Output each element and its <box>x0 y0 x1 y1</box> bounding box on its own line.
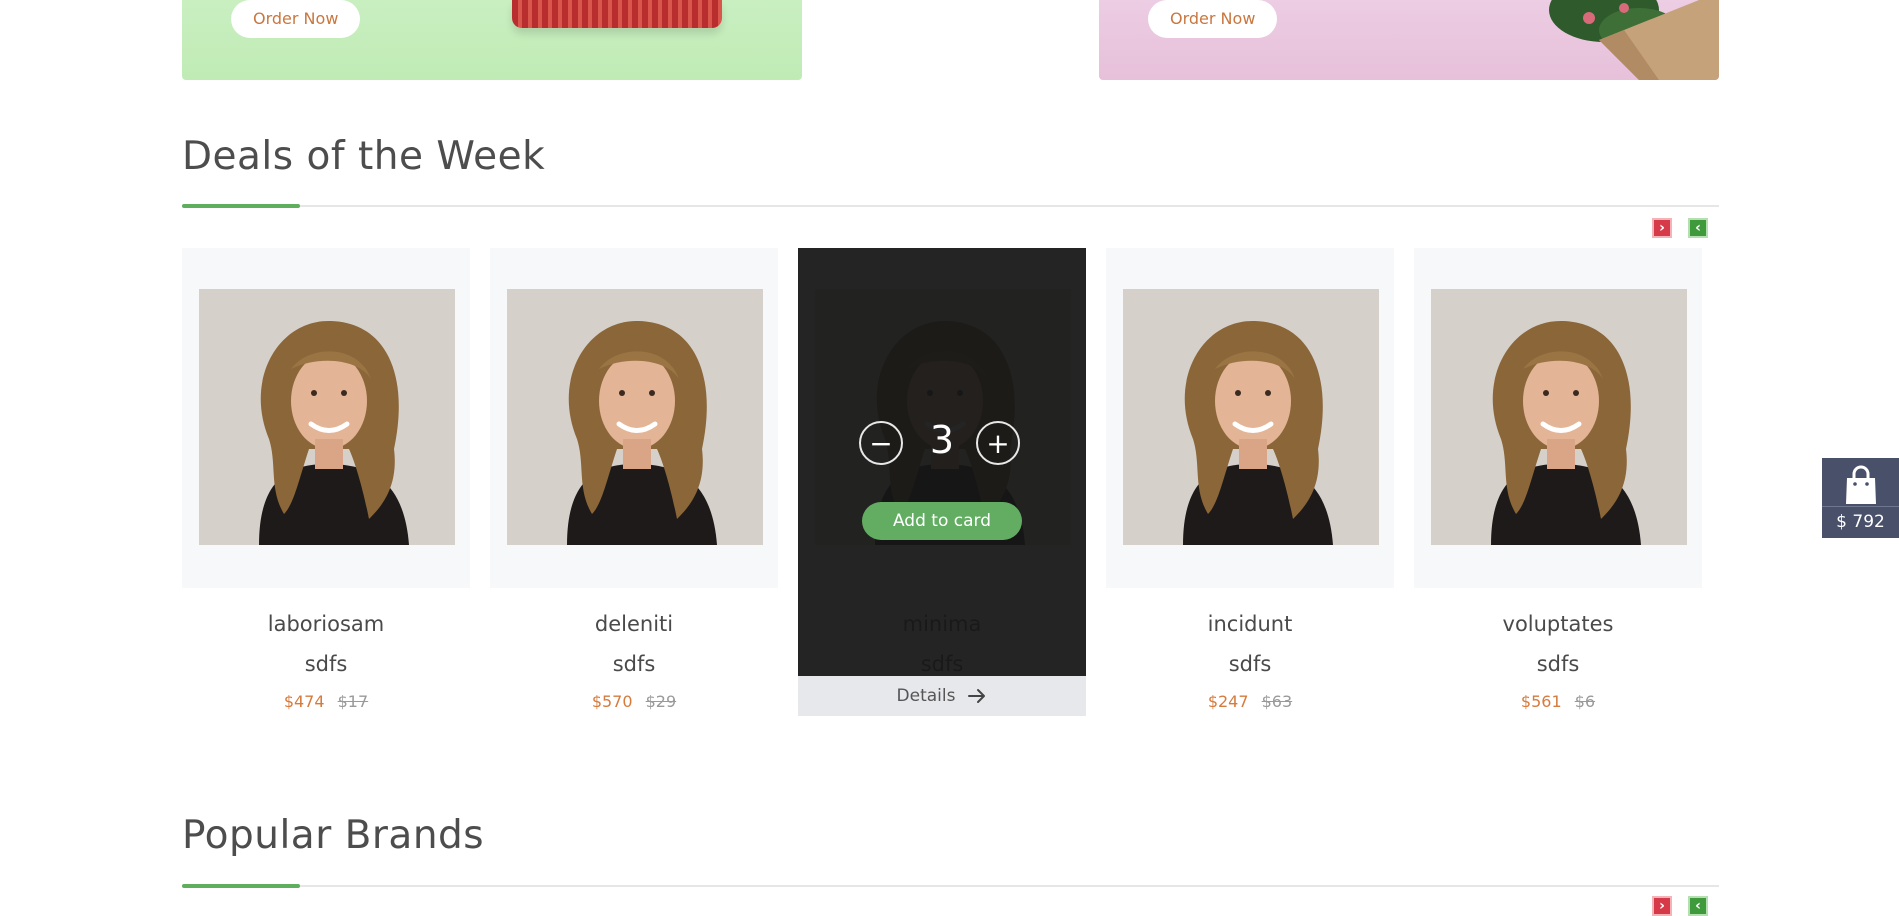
minus-icon: − <box>869 426 893 460</box>
product-price: $247 <box>1207 692 1249 711</box>
product-photo <box>1123 289 1379 545</box>
carousel-next-button[interactable]: › <box>1652 218 1672 238</box>
product-card[interactable]: laboriosam sdfs $474 $17 <box>182 248 470 716</box>
product-prices: $247 $63 <box>1106 692 1394 711</box>
product-card-hovered[interactable]: minima sdfs − 3 + Add to card Details <box>798 248 1086 716</box>
promo-banner-flowers: Order Now <box>1099 0 1719 80</box>
product-image-frame <box>182 248 470 588</box>
product-image-frame <box>1414 248 1702 588</box>
section-accent-bar <box>182 204 300 208</box>
product-subtitle: sdfs <box>1228 652 1272 676</box>
section-divider <box>182 205 1719 207</box>
cart-divider <box>1822 506 1899 507</box>
basket-image <box>512 0 722 28</box>
product-subtitle: sdfs <box>304 652 348 676</box>
arrow-right-icon <box>968 689 986 703</box>
section-accent-bar <box>182 884 300 888</box>
product-old-price: $17 <box>337 692 369 711</box>
carousel-prev-button[interactable]: ‹ <box>1688 218 1708 238</box>
arrow-left-icon: ‹ <box>1695 898 1701 914</box>
details-label: Details <box>896 686 956 706</box>
product-name: incidunt <box>1207 612 1293 636</box>
quantity-value: 3 <box>929 418 955 462</box>
product-photo <box>199 289 455 545</box>
product-image-frame <box>1106 248 1394 588</box>
product-photo <box>1431 289 1687 545</box>
section-divider <box>182 885 1719 887</box>
product-price: $570 <box>591 692 633 711</box>
product-card[interactable]: deleniti sdfs $570 $29 <box>490 248 778 716</box>
product-prices: $570 $29 <box>490 692 778 711</box>
product-hover-overlay: − 3 + Add to card <box>798 248 1086 676</box>
product-photo <box>507 289 763 545</box>
carousel-prev-button[interactable]: ‹ <box>1688 896 1708 916</box>
product-card[interactable]: incidunt sdfs $247 $63 <box>1106 248 1394 716</box>
section-title-deals: Deals of the Week <box>182 134 546 179</box>
promo-banner-grocery: Order Now <box>182 0 802 80</box>
product-price: $474 <box>283 692 325 711</box>
arrow-right-icon: › <box>1659 220 1665 236</box>
product-name: voluptates <box>1502 612 1614 636</box>
floating-cart[interactable]: $ 792 <box>1822 458 1899 538</box>
product-old-price: $29 <box>645 692 677 711</box>
product-old-price: $6 <box>1574 692 1596 711</box>
plus-icon: + <box>986 426 1010 460</box>
product-subtitle: sdfs <box>1536 652 1580 676</box>
quantity-decrease-button[interactable]: − <box>859 421 903 465</box>
product-prices: $474 $17 <box>182 692 470 711</box>
add-to-cart-button[interactable]: Add to card <box>862 502 1022 540</box>
product-prices: $561 $6 <box>1414 692 1702 711</box>
product-card[interactable]: voluptates sdfs $561 $6 <box>1414 248 1702 716</box>
details-button[interactable]: Details <box>798 676 1086 716</box>
order-now-button[interactable]: Order Now <box>231 0 361 38</box>
product-price: $561 <box>1520 692 1562 711</box>
arrow-left-icon: ‹ <box>1695 220 1701 236</box>
product-name: deleniti <box>594 612 674 636</box>
product-image-frame <box>490 248 778 588</box>
product-old-price: $63 <box>1261 692 1293 711</box>
section-title-brands: Popular Brands <box>182 813 485 858</box>
product-subtitle: sdfs <box>612 652 656 676</box>
plant-bag-image <box>1549 0 1719 80</box>
order-now-button[interactable]: Order Now <box>1148 0 1278 38</box>
carousel-next-button[interactable]: › <box>1652 896 1672 916</box>
arrow-right-icon: › <box>1659 898 1665 914</box>
product-name: laboriosam <box>267 612 385 636</box>
cart-total: $ 792 <box>1836 512 1885 532</box>
quantity-increase-button[interactable]: + <box>976 421 1020 465</box>
shopping-bag-icon <box>1846 465 1876 504</box>
